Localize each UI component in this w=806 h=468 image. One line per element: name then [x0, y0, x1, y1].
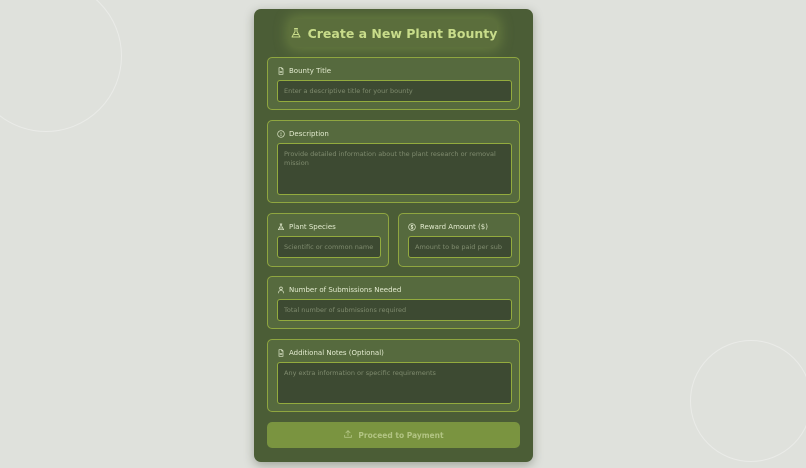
document-icon [277, 349, 285, 357]
plant-species-input[interactable] [277, 236, 381, 258]
additional-notes-label: Additional Notes (Optional) [289, 349, 384, 357]
bounty-title-label: Bounty Title [289, 67, 332, 75]
description-label: Description [289, 130, 329, 138]
dollar-icon [408, 223, 416, 231]
reward-amount-section: Reward Amount ($) [398, 213, 520, 267]
description-section: Description [267, 120, 520, 203]
flask-icon [277, 223, 285, 231]
proceed-to-payment-button[interactable]: Proceed to Payment [267, 422, 520, 448]
form-title-banner: Create a New Plant Bounty [290, 19, 497, 47]
flask-icon [290, 27, 302, 39]
info-icon [277, 130, 285, 138]
background-decoration-circle [0, 0, 122, 132]
user-icon [277, 286, 285, 294]
reward-amount-input[interactable] [408, 236, 512, 258]
plant-species-section: Plant Species [267, 213, 389, 267]
plant-species-label: Plant Species [289, 223, 336, 231]
submissions-needed-label: Number of Submissions Needed [289, 286, 402, 294]
reward-amount-label: Reward Amount ($) [420, 223, 488, 231]
additional-notes-section: Additional Notes (Optional) [267, 339, 520, 412]
document-icon [277, 67, 285, 75]
description-textarea[interactable] [277, 143, 512, 195]
background-decoration-circle [690, 340, 806, 462]
proceed-to-payment-label: Proceed to Payment [358, 430, 444, 440]
bounty-title-section: Bounty Title [267, 57, 520, 110]
bounty-title-input[interactable] [277, 80, 512, 102]
submissions-needed-input[interactable] [277, 299, 512, 321]
upload-icon [343, 429, 353, 441]
submissions-needed-section: Number of Submissions Needed [267, 276, 520, 329]
page-title: Create a New Plant Bounty [307, 25, 498, 41]
bounty-form-card: Create a New Plant Bounty Bounty Title D… [254, 9, 533, 462]
additional-notes-textarea[interactable] [277, 362, 512, 404]
